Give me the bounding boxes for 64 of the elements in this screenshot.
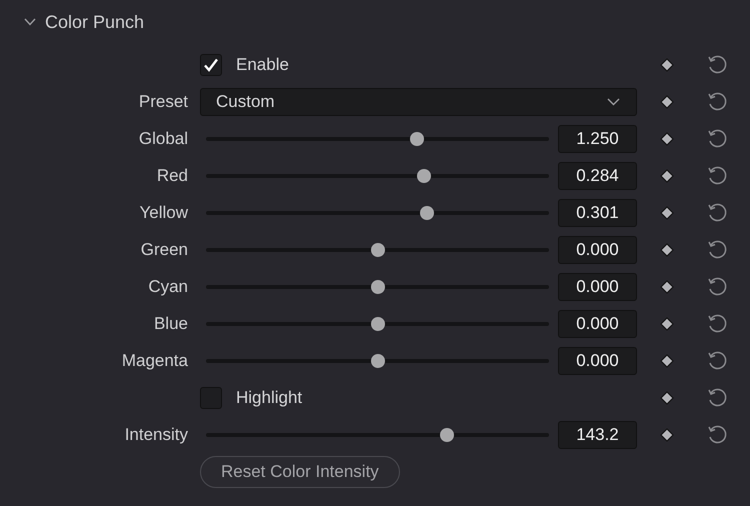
reset-icon[interactable] — [706, 164, 728, 186]
value-field[interactable]: 0.284 — [558, 162, 637, 190]
reset-icon[interactable] — [706, 202, 728, 224]
keyframe-diamond-icon[interactable] — [660, 280, 674, 294]
parameter-label: Preset — [138, 92, 188, 110]
slider[interactable] — [206, 132, 549, 146]
slider-thumb[interactable] — [370, 316, 384, 330]
reset-icon[interactable] — [706, 312, 728, 334]
slider-thumb[interactable] — [416, 168, 431, 182]
value-field[interactable]: 1.250 — [558, 124, 637, 152]
keyframe-diamond-icon[interactable] — [660, 132, 674, 146]
value-field[interactable]: 143.2 — [558, 420, 637, 448]
slider[interactable] — [206, 206, 549, 220]
keyframe-diamond-icon[interactable] — [660, 168, 674, 182]
keyframe-diamond-icon[interactable] — [660, 390, 674, 404]
parameter-label: Blue — [154, 314, 188, 332]
value-field[interactable]: 0.000 — [558, 236, 637, 264]
slider[interactable] — [206, 354, 549, 368]
chevron-icon[interactable] — [24, 18, 36, 26]
keyframe-diamond-icon[interactable] — [660, 428, 674, 442]
value-field[interactable]: 0.000 — [558, 310, 637, 338]
parameter-label: Intensity — [124, 424, 188, 444]
reset-icon[interactable] — [706, 350, 728, 372]
preset-dropdown[interactable]: Custom — [200, 88, 637, 116]
slider[interactable] — [206, 316, 549, 330]
keyframe-diamond-icon[interactable] — [660, 58, 674, 72]
reset-icon[interactable] — [706, 54, 728, 76]
parameter-label: Global — [138, 128, 188, 148]
slider-thumb[interactable] — [440, 428, 454, 442]
slider[interactable] — [206, 280, 549, 294]
keyframe-diamond-icon[interactable] — [660, 316, 674, 330]
value-field[interactable]: 0.000 — [558, 346, 637, 374]
checkbox[interactable] — [200, 386, 222, 408]
checkbox-label: Enable — [236, 54, 289, 74]
keyframe-diamond-icon[interactable] — [660, 354, 674, 368]
parameter-label: Magenta — [122, 350, 188, 370]
reset-icon[interactable] — [706, 276, 728, 298]
keyframe-diamond-icon[interactable] — [660, 206, 674, 220]
caret-icon — [607, 98, 620, 106]
reset-color-intensity-button[interactable]: Reset Color Intensity — [200, 456, 400, 488]
keyframe-diamond-icon[interactable] — [660, 94, 674, 108]
reset-icon[interactable] — [706, 90, 728, 112]
slider-thumb[interactable] — [420, 206, 434, 220]
parameter-label: Cyan — [148, 276, 188, 296]
slider[interactable] — [206, 428, 549, 442]
keyframe-diamond-icon[interactable] — [660, 242, 674, 256]
reset-icon[interactable] — [706, 128, 728, 150]
reset-icon[interactable] — [706, 424, 728, 446]
slider-thumb[interactable] — [370, 280, 384, 294]
parameter-label: Green — [140, 240, 188, 258]
checkbox-label: Highlight — [236, 388, 302, 408]
slider-thumb[interactable] — [370, 242, 384, 256]
reset-icon[interactable] — [706, 386, 728, 408]
section-title: Color Punch — [45, 12, 144, 32]
slider[interactable] — [206, 168, 549, 182]
slider-thumb[interactable] — [370, 354, 384, 368]
parameter-label: Yellow — [139, 202, 188, 222]
checkbox[interactable] — [200, 54, 222, 76]
parameter-label: Red — [156, 166, 188, 184]
slider-thumb[interactable] — [410, 132, 424, 146]
value-field[interactable]: 0.301 — [558, 198, 637, 226]
reset-icon[interactable] — [706, 238, 728, 260]
slider[interactable] — [206, 242, 549, 256]
value-field[interactable]: 0.000 — [558, 272, 637, 300]
